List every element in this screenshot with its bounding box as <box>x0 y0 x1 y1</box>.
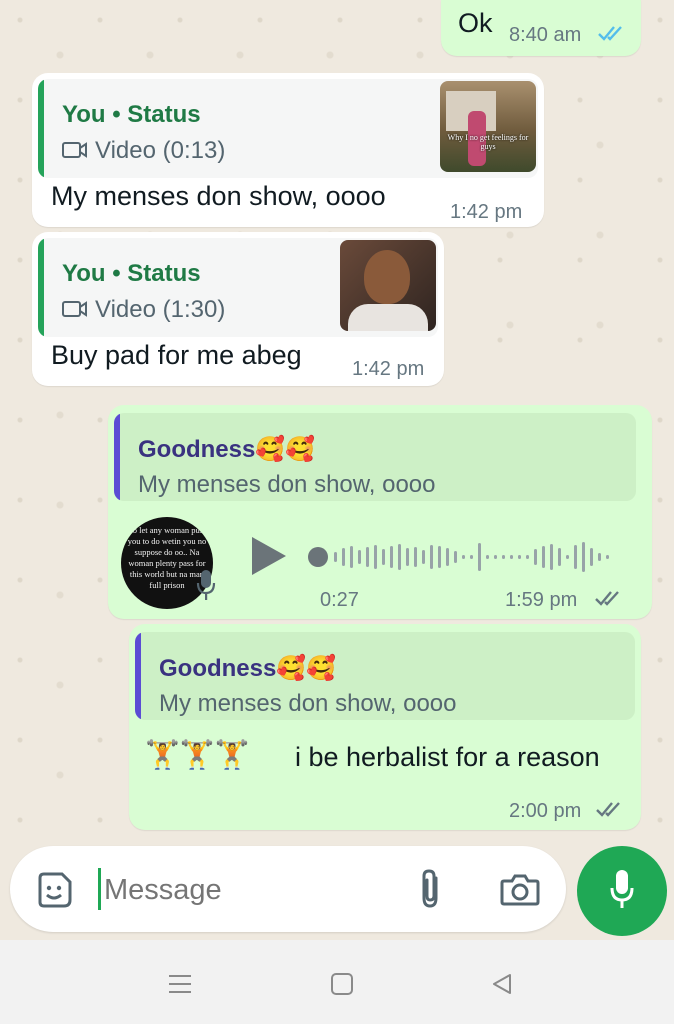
voice-duration: 0:27 <box>320 589 359 611</box>
quote-bar <box>38 79 44 178</box>
quote-subtitle: My menses don show, oooo <box>138 471 436 498</box>
waveform-bar <box>390 546 393 568</box>
message-time: 8:40 am <box>509 24 582 46</box>
mic-icon <box>609 868 635 917</box>
message-bubble-status-reply-1[interactable]: You • Status Video (0:13) Why I no get f… <box>32 73 544 227</box>
quote-bar <box>114 413 120 501</box>
waveform-bar <box>542 546 545 568</box>
waveform-bar <box>574 545 577 569</box>
message-text: Ok <box>458 8 493 38</box>
waveform-bar <box>446 548 449 566</box>
waveform-bar <box>454 551 457 563</box>
waveform-bar <box>366 547 369 567</box>
thumbnail-face <box>364 250 410 304</box>
quote-bar <box>135 632 141 720</box>
message-input[interactable] <box>102 864 386 916</box>
text-cursor <box>98 868 101 910</box>
waveform-bar <box>518 555 521 559</box>
message-bubble-herbalist[interactable]: Goodness🥰🥰 My menses don show, oooo 🏋🏋🏋 … <box>129 624 641 830</box>
waveform-bar <box>502 555 505 559</box>
waveform-bar <box>422 550 425 564</box>
weightlifter-emoji: 🏋🏋🏋 <box>145 739 250 770</box>
message-time: 1:42 pm <box>450 201 523 223</box>
waveform-bar <box>358 550 361 564</box>
waveform-bar <box>558 548 561 566</box>
quote-title: You • Status <box>62 101 201 128</box>
waveform-bar <box>550 544 553 570</box>
waveform-bar <box>486 555 489 559</box>
quote-title: Goodness🥰🥰 <box>138 436 316 463</box>
waveform-bar <box>342 548 345 566</box>
waveform-bar <box>526 555 529 559</box>
waveform-bar <box>414 547 417 567</box>
camera-icon[interactable] <box>500 872 540 911</box>
message-bubble-status-reply-2[interactable]: You • Status Video (1:30) Buy pad for me… <box>32 232 444 386</box>
message-bubble-ok[interactable]: Ok 8:40 am <box>441 0 641 56</box>
message-bubble-voice-reply[interactable]: Goodness🥰🥰 My menses don show, oooo No l… <box>108 405 652 619</box>
back-icon[interactable] <box>490 972 514 1001</box>
waveform-bar <box>350 546 353 568</box>
waveform-bar <box>462 555 465 559</box>
waveform-bar <box>494 555 497 559</box>
play-icon[interactable] <box>250 535 288 582</box>
waveform-bar <box>438 546 441 568</box>
home-icon[interactable] <box>330 972 354 1001</box>
waveform-seek-dot <box>308 547 328 567</box>
quote-subtitle: Video (0:13) <box>95 137 226 164</box>
quote-title: You • Status <box>62 260 201 287</box>
voice-waveform[interactable] <box>308 533 618 581</box>
recents-icon[interactable] <box>168 972 192 1001</box>
message-composer[interactable] <box>10 846 566 932</box>
quote-title: Goodness🥰🥰 <box>159 655 337 682</box>
read-ticks-icon <box>597 24 625 47</box>
voice-record-button[interactable] <box>577 846 667 936</box>
waveform-bar <box>606 555 609 559</box>
system-nav-bar <box>0 940 674 1024</box>
waveform-bar <box>470 555 473 559</box>
quoted-message[interactable]: Goodness🥰🥰 My menses don show, oooo <box>135 632 635 720</box>
message-time: 1:42 pm <box>352 358 425 380</box>
status-thumbnail: Why I no get feelings for guys <box>440 81 536 172</box>
message-text: Buy pad for me abeg <box>51 340 302 370</box>
quote-bar <box>38 238 44 337</box>
mic-small-icon <box>196 569 216 606</box>
quoted-message[interactable]: Goodness🥰🥰 My menses don show, oooo <box>114 413 636 501</box>
attach-icon[interactable] <box>416 868 446 915</box>
quoted-status[interactable]: You • Status Video (0:13) Why I no get f… <box>38 79 538 178</box>
waveform-bar <box>334 552 337 562</box>
status-thumbnail <box>340 240 436 331</box>
waveform-bar <box>534 549 537 565</box>
message-text: My menses don show, oooo <box>51 181 386 211</box>
waveform-bar <box>598 553 601 561</box>
waveform-bar <box>406 548 409 566</box>
quote-subtitle: My menses don show, oooo <box>159 690 457 717</box>
video-icon <box>62 141 88 164</box>
thumbnail-caption: Why I no get feelings for guys <box>447 133 529 151</box>
message-text: i be herbalist for a reason <box>295 742 600 772</box>
delivered-ticks-icon <box>594 589 622 612</box>
delivered-ticks-icon <box>595 800 623 823</box>
quote-subtitle: Video (1:30) <box>95 296 226 323</box>
message-time: 1:59 pm <box>505 589 578 611</box>
waveform-bar <box>590 548 593 566</box>
waveform-bar <box>382 549 385 565</box>
waveform-bar <box>566 555 569 559</box>
message-time: 2:00 pm <box>509 800 582 822</box>
waveform-bar <box>478 543 481 571</box>
video-icon <box>62 300 88 323</box>
waveform-bar <box>510 555 513 559</box>
quoted-status[interactable]: You • Status Video (1:30) <box>38 238 438 337</box>
thumbnail-shirt <box>348 304 428 331</box>
waveform-bar <box>398 544 401 570</box>
waveform-bar <box>430 545 433 569</box>
sticker-icon[interactable] <box>34 870 74 915</box>
waveform-bar <box>374 545 377 569</box>
waveform-bar <box>582 542 585 572</box>
